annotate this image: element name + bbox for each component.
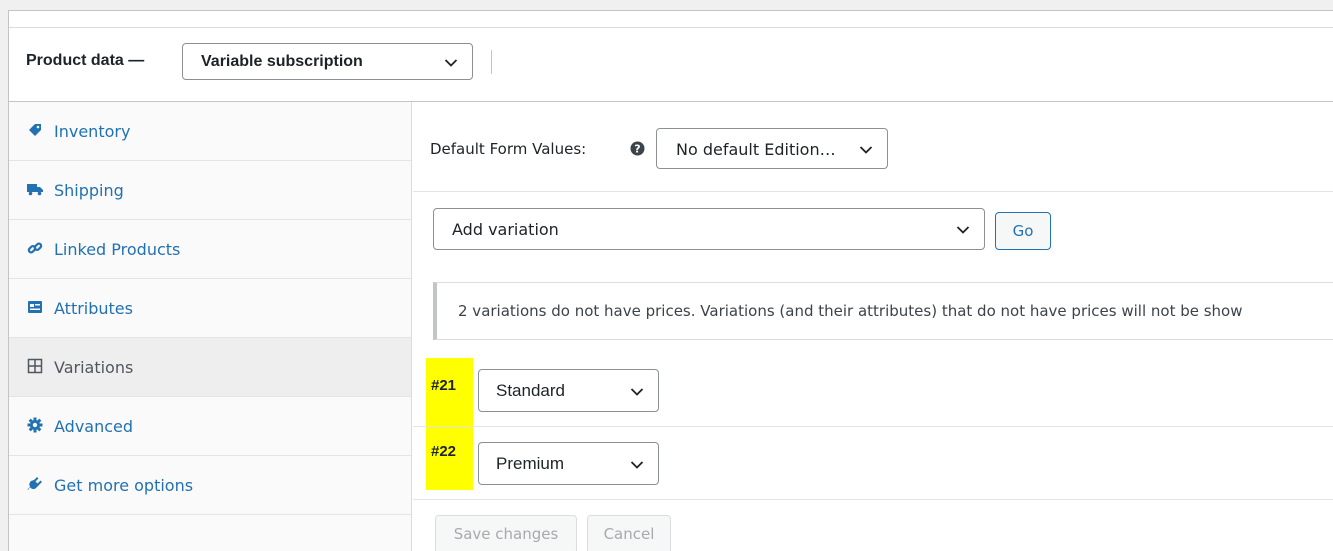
variation-attribute-value: Standard [496, 381, 565, 400]
header-divider [491, 50, 492, 74]
product-data-tabs: Inventory Shipping Linked Products Attri… [9, 102, 412, 551]
missing-prices-notice: 2 variations do not have prices. Variati… [433, 282, 1333, 340]
variations-panel: Default Form Values: ? No default Editio… [413, 102, 1333, 551]
variation-actions-row: Add variation Go [413, 192, 1333, 267]
sidebar-item-shipping[interactable]: Shipping [9, 161, 411, 220]
cancel-button[interactable]: Cancel [587, 515, 671, 551]
chevron-down-icon [859, 146, 873, 154]
variation-id-badge: #22 [426, 427, 473, 490]
sidebar-item-inventory[interactable]: Inventory [9, 102, 411, 161]
product-type-value: Variable subscription [201, 53, 363, 70]
sidebar-item-linked-products[interactable]: Linked Products [9, 220, 411, 279]
chevron-down-icon [630, 388, 644, 396]
variation-attribute-value: Premium [496, 454, 565, 473]
sidebar-item-label: Inventory [54, 122, 131, 141]
chevron-down-icon [956, 226, 970, 234]
truck-icon [27, 184, 43, 196]
sidebar-item-label: Shipping [54, 181, 124, 200]
variation-attribute-select[interactable]: Premium [478, 442, 659, 485]
variation-row: #21 Standard [413, 356, 1333, 427]
product-data-header: Product data — Variable subscription [9, 28, 1333, 102]
add-variation-value: Add variation [452, 220, 559, 239]
sidebar-item-get-more-options[interactable]: Get more options [9, 456, 411, 515]
grid-icon [27, 358, 43, 374]
product-data-panel: Product data — Variable subscription Inv… [8, 10, 1333, 551]
plugin-plug-icon [27, 477, 42, 490]
link-icon [27, 242, 43, 254]
chevron-down-icon [444, 59, 458, 67]
sidebar-item-label: Attributes [54, 299, 133, 318]
variation-id-badge: #21 [426, 358, 473, 426]
sidebar-item-label: Advanced [54, 417, 134, 436]
sidebar-item-label: Variations [54, 358, 134, 377]
panel-top-strip [9, 11, 1333, 28]
variation-row: #22 Premium [413, 427, 1333, 500]
product-data-label: Product data — [26, 52, 145, 69]
help-icon[interactable]: ? [630, 141, 645, 156]
default-form-values-row: Default Form Values: ? No default Editio… [413, 102, 1333, 192]
sidebar-item-label: Linked Products [54, 240, 181, 259]
save-changes-button[interactable]: Save changes [435, 515, 577, 551]
sidebar-item-variations[interactable]: Variations [9, 338, 411, 397]
chevron-down-icon [630, 461, 644, 469]
default-edition-select[interactable]: No default Edition… [656, 128, 888, 169]
variation-attribute-select[interactable]: Standard [478, 369, 659, 412]
gear-icon [27, 417, 43, 433]
default-form-values-label: Default Form Values: [430, 140, 587, 158]
attributes-card-icon [28, 301, 42, 313]
tag-icon [29, 124, 41, 136]
go-button[interactable]: Go [995, 212, 1051, 250]
sidebar-item-advanced[interactable]: Advanced [9, 397, 411, 456]
product-type-select[interactable]: Variable subscription [182, 43, 473, 80]
sidebar-item-label: Get more options [54, 476, 194, 495]
notice-text: 2 variations do not have prices. Variati… [458, 302, 1243, 320]
default-edition-value: No default Edition… [676, 140, 836, 159]
svg-text:?: ? [634, 143, 640, 156]
add-variation-select[interactable]: Add variation [433, 208, 985, 250]
sidebar-item-attributes[interactable]: Attributes [9, 279, 411, 338]
